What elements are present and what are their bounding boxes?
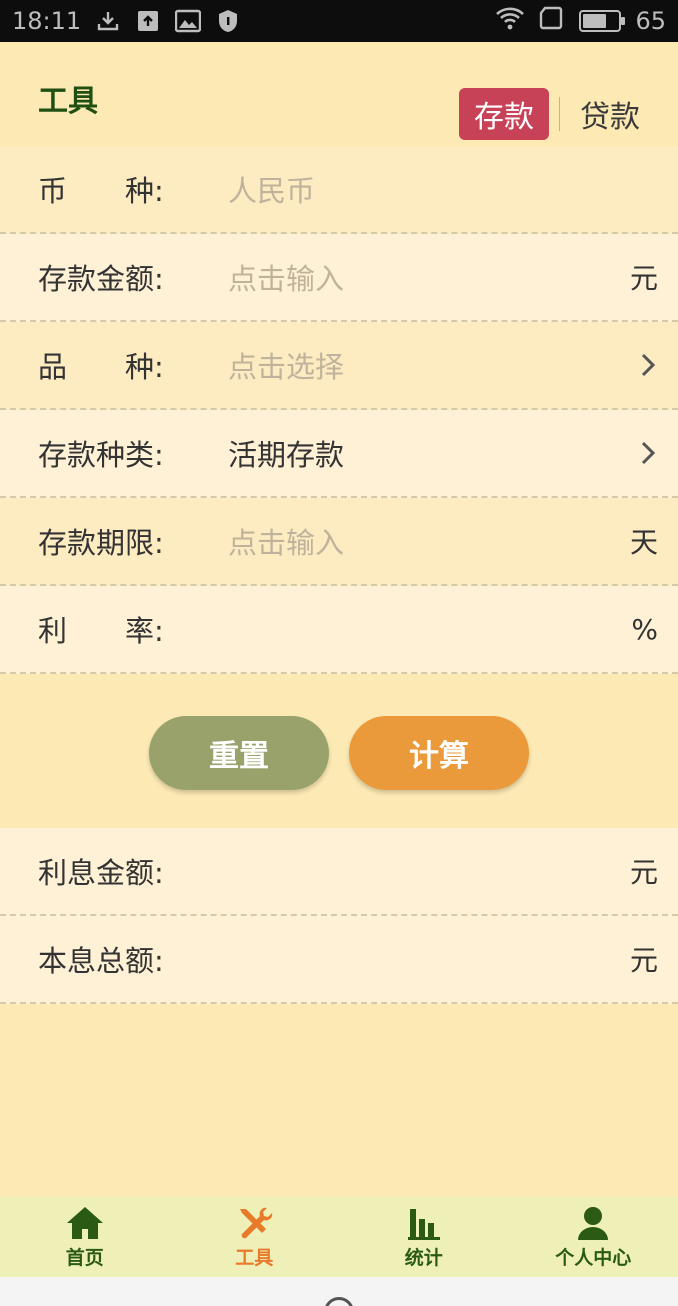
term-label: 存款期限: bbox=[38, 526, 164, 560]
product-row[interactable]: 品 种: 点击选择 bbox=[0, 322, 678, 410]
system-nav-bar bbox=[0, 1277, 678, 1306]
chevron-right-icon bbox=[638, 350, 658, 380]
reset-button[interactable]: 重置 bbox=[149, 716, 329, 790]
person-icon bbox=[573, 1205, 613, 1241]
battery-icon bbox=[579, 10, 626, 32]
term-unit: 天 bbox=[629, 526, 658, 559]
amount-input[interactable]: 点击输入 bbox=[228, 256, 344, 298]
page-title: 工具 bbox=[38, 84, 98, 119]
product-select[interactable]: 点击选择 bbox=[228, 344, 344, 386]
chevron-right-icon bbox=[638, 438, 658, 468]
status-time: 18:11 bbox=[12, 7, 82, 35]
status-bar: 18:11 65 bbox=[0, 0, 678, 42]
interest-unit: 元 bbox=[629, 856, 658, 889]
tab-deposit[interactable]: 存款 bbox=[459, 88, 549, 140]
nav-tools[interactable]: 工具 bbox=[170, 1197, 340, 1277]
nav-profile-label: 个人中心 bbox=[555, 1246, 632, 1269]
image-icon bbox=[175, 8, 202, 34]
term-row[interactable]: 存款期限: 点击输入 天 bbox=[0, 498, 678, 586]
home-icon bbox=[65, 1205, 105, 1241]
upload-icon bbox=[135, 8, 161, 34]
deposit-type-row[interactable]: 存款种类: 活期存款 bbox=[0, 410, 678, 498]
product-label: 品 种: bbox=[38, 350, 164, 384]
deposit-type-label: 存款种类: bbox=[38, 438, 164, 472]
shield-icon bbox=[215, 8, 241, 34]
currency-row: 币 种: 人民币 bbox=[0, 146, 678, 234]
amount-row[interactable]: 存款金额: 点击输入 元 bbox=[0, 234, 678, 322]
wifi-icon bbox=[495, 6, 525, 36]
deposit-form: 币 种: 人民币 存款金额: 点击输入 元 品 种: 点击选择 存款种类: 活期… bbox=[0, 146, 678, 674]
system-home-icon[interactable] bbox=[324, 1297, 354, 1306]
nav-home-label: 首页 bbox=[65, 1246, 104, 1269]
bottom-nav: 首页 工具 统计 个人中心 bbox=[0, 1197, 678, 1277]
currency-field: 人民币 bbox=[228, 174, 316, 208]
rate-row: 利 率: % bbox=[0, 586, 678, 674]
rate-label: 利 率: bbox=[38, 614, 164, 648]
results-section: 利息金额: 元 本息总额: 元 bbox=[0, 828, 678, 1004]
calculate-button[interactable]: 计算 bbox=[349, 716, 529, 790]
interest-label: 利息金额: bbox=[38, 856, 164, 890]
action-buttons: 重置 计算 bbox=[0, 716, 678, 790]
download-icon bbox=[95, 8, 121, 34]
currency-label: 币 种: bbox=[38, 174, 164, 208]
nav-home[interactable]: 首页 bbox=[0, 1197, 170, 1277]
total-row: 本息总额: 元 bbox=[0, 916, 678, 1004]
term-input[interactable]: 点击输入 bbox=[228, 520, 344, 562]
nav-profile[interactable]: 个人中心 bbox=[509, 1197, 678, 1277]
stats-icon bbox=[404, 1205, 444, 1241]
rate-unit: % bbox=[631, 612, 658, 646]
nav-stats[interactable]: 统计 bbox=[339, 1197, 509, 1277]
interest-row: 利息金额: 元 bbox=[0, 828, 678, 916]
amount-label: 存款金额: bbox=[38, 262, 164, 296]
sim-card-icon bbox=[539, 6, 565, 36]
tab-loan[interactable]: 贷款 bbox=[572, 88, 648, 140]
nav-tools-label: 工具 bbox=[235, 1246, 274, 1269]
tab-divider bbox=[559, 97, 560, 131]
nav-stats-label: 统计 bbox=[404, 1246, 443, 1269]
battery-level: 65 bbox=[635, 7, 666, 35]
deposit-loan-toggle: 存款 贷款 bbox=[459, 88, 648, 140]
total-unit: 元 bbox=[629, 944, 658, 977]
amount-unit: 元 bbox=[629, 262, 658, 295]
deposit-type-select[interactable]: 活期存款 bbox=[228, 432, 344, 474]
tools-icon bbox=[234, 1205, 274, 1241]
total-label: 本息总额: bbox=[38, 944, 164, 978]
app-header: 工具 存款 贷款 bbox=[0, 42, 678, 146]
